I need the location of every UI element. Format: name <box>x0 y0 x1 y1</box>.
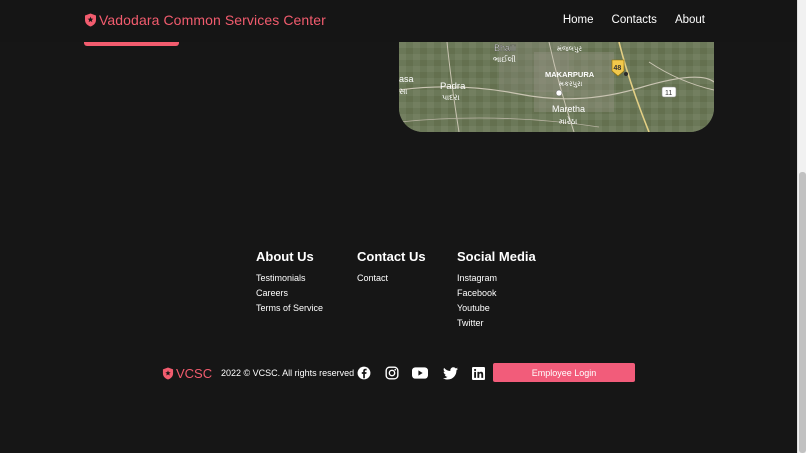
section-accent-bar <box>84 42 179 46</box>
footer-link-contact[interactable]: Contact <box>357 273 426 283</box>
copyright-text: 2022 © VCSC. All rights reserved <box>221 368 355 378</box>
map-label-padra: Padra <box>440 81 466 92</box>
nav-contacts[interactable]: Contacts <box>612 14 657 26</box>
map-label-maretha-guj: મારેઠા <box>559 116 577 126</box>
footer-about: About Us Testimonials Careers Terms of S… <box>256 249 323 318</box>
linkedin-icon[interactable] <box>470 365 486 381</box>
footer-social: Social Media Instagram Facebook Youtube … <box>457 249 536 333</box>
instagram-icon[interactable] <box>384 365 400 381</box>
employee-login-button[interactable]: Employee Login <box>493 363 635 382</box>
scrollbar-thumb[interactable] <box>799 172 806 453</box>
footer-contact: Contact Us Contact <box>357 249 426 288</box>
map-label-bhaili-guj: ભાઈલી <box>493 55 516 64</box>
footer-link-facebook[interactable]: Facebook <box>457 288 536 298</box>
footer-contact-title: Contact Us <box>357 249 426 264</box>
youtube-icon[interactable] <box>412 365 428 381</box>
nav-home[interactable]: Home <box>563 14 594 26</box>
footer-link-twitter[interactable]: Twitter <box>457 318 536 328</box>
brand[interactable]: Vadodara Common Services Center <box>84 12 326 28</box>
shield-logo-icon <box>162 367 174 380</box>
footer-link-instagram[interactable]: Instagram <box>457 273 536 283</box>
map-label-manjalpur-guj: મંજલપુર <box>557 45 582 53</box>
navbar: Vadodara Common Services Center Home Con… <box>0 0 797 42</box>
map-label-bhaili: Bhaili <box>494 43 516 53</box>
map-label-asa-guj: સા <box>399 87 407 96</box>
footer-logo-text: VCSC <box>176 366 213 381</box>
svg-text:48: 48 <box>614 65 622 72</box>
footer-link-terms[interactable]: Terms of Service <box>256 303 323 313</box>
twitter-icon[interactable] <box>442 365 458 381</box>
footer-about-title: About Us <box>256 249 314 264</box>
shield-logo-icon <box>85 13 96 27</box>
facebook-icon[interactable] <box>356 365 372 381</box>
footer-logo[interactable]: VCSC <box>162 366 212 381</box>
page-scrollbar[interactable] <box>797 0 806 453</box>
footer-social-title: Social Media <box>457 249 536 264</box>
footer-link-careers[interactable]: Careers <box>256 288 323 298</box>
highway-11-icon: 11 <box>661 86 677 98</box>
map-label-asa: asa <box>399 74 414 84</box>
map-label-padra-guj: પાદરા <box>442 93 460 102</box>
svg-text:11: 11 <box>665 90 672 97</box>
footer-link-youtube[interactable]: Youtube <box>457 303 536 313</box>
footer-link-testimonials[interactable]: Testimonials <box>256 273 323 283</box>
map-label-makarpura: MAKARPURA <box>545 70 595 79</box>
map-label-makarpura-guj: મકરપુરા <box>559 81 583 88</box>
brand-title: Vadodara Common Services Center <box>99 12 326 28</box>
map-label-maretha: Maretha <box>552 104 585 114</box>
nav-about[interactable]: About <box>675 14 705 26</box>
location-map[interactable]: Bhaili ભાઈલી મંજલપુર MAKARPURA મકરપુરા P… <box>399 42 714 132</box>
main-nav: Home Contacts About <box>563 14 705 26</box>
